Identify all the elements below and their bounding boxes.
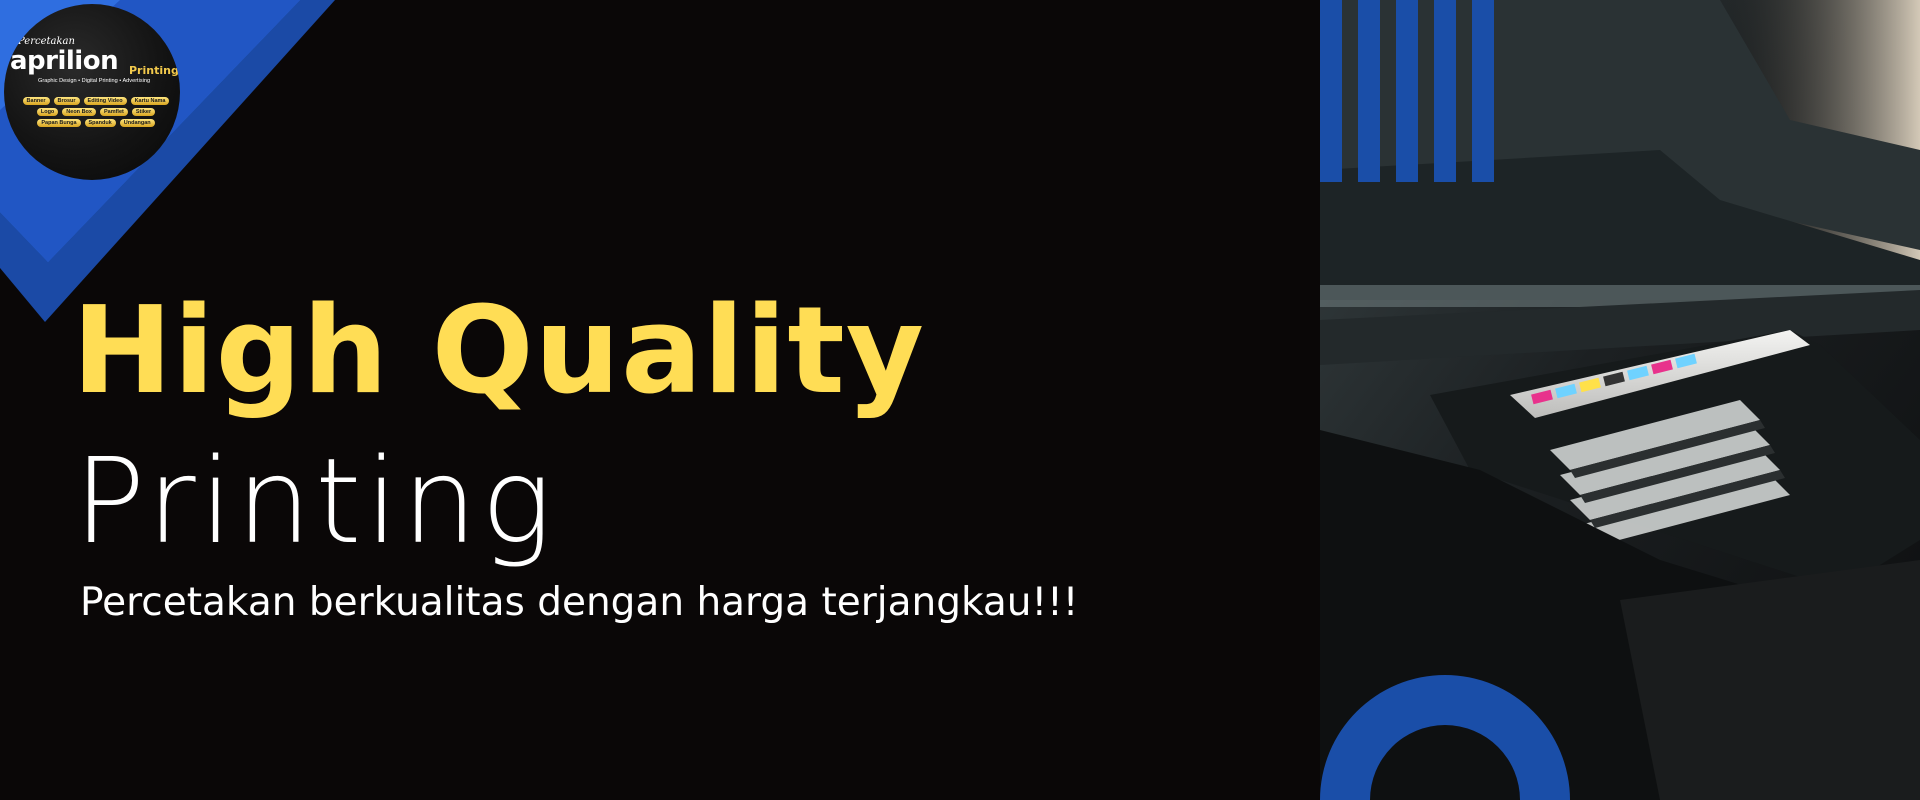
logo-wordmark: aprilion [10,46,119,76]
logo-service-chip: Stiker [131,108,156,116]
logo-service-chip: Neon Box [62,108,96,116]
logo-service-chip: Undangan [119,119,155,127]
logo-service-chip: Logo [36,108,59,116]
logo-service-chip: Papan Bunga [37,119,81,127]
logo-service-chip: Editing Video [83,97,127,105]
logo-service-list: Banner Brosur Editing Video Kartu Nama L… [16,97,176,127]
logo-service-chip: Banner [22,97,50,105]
logo-service-chip: Kartu Nama [130,97,170,105]
tagline: Percetakan berkualitas dengan harga terj… [80,580,1079,625]
logo-service-chip: Pamflet [99,108,128,116]
logo-tagline: Graphic Design • Digital Printing • Adve… [38,78,151,84]
headline-high-quality: High Quality [72,282,925,421]
company-logo: Percetakan aprilion Printing Graphic Des… [4,4,180,180]
logo-service-chip: Brosur [53,97,80,105]
hero-banner: Percetakan aprilion Printing Graphic Des… [0,0,1920,800]
blue-half-ring-decoration [1320,675,1570,800]
logo-service-chip: Spanduk [84,119,116,127]
blue-stripes-decoration [1320,0,1494,182]
logo-sub-text: Printing [129,64,179,77]
headline-printing: Printing [74,432,556,570]
